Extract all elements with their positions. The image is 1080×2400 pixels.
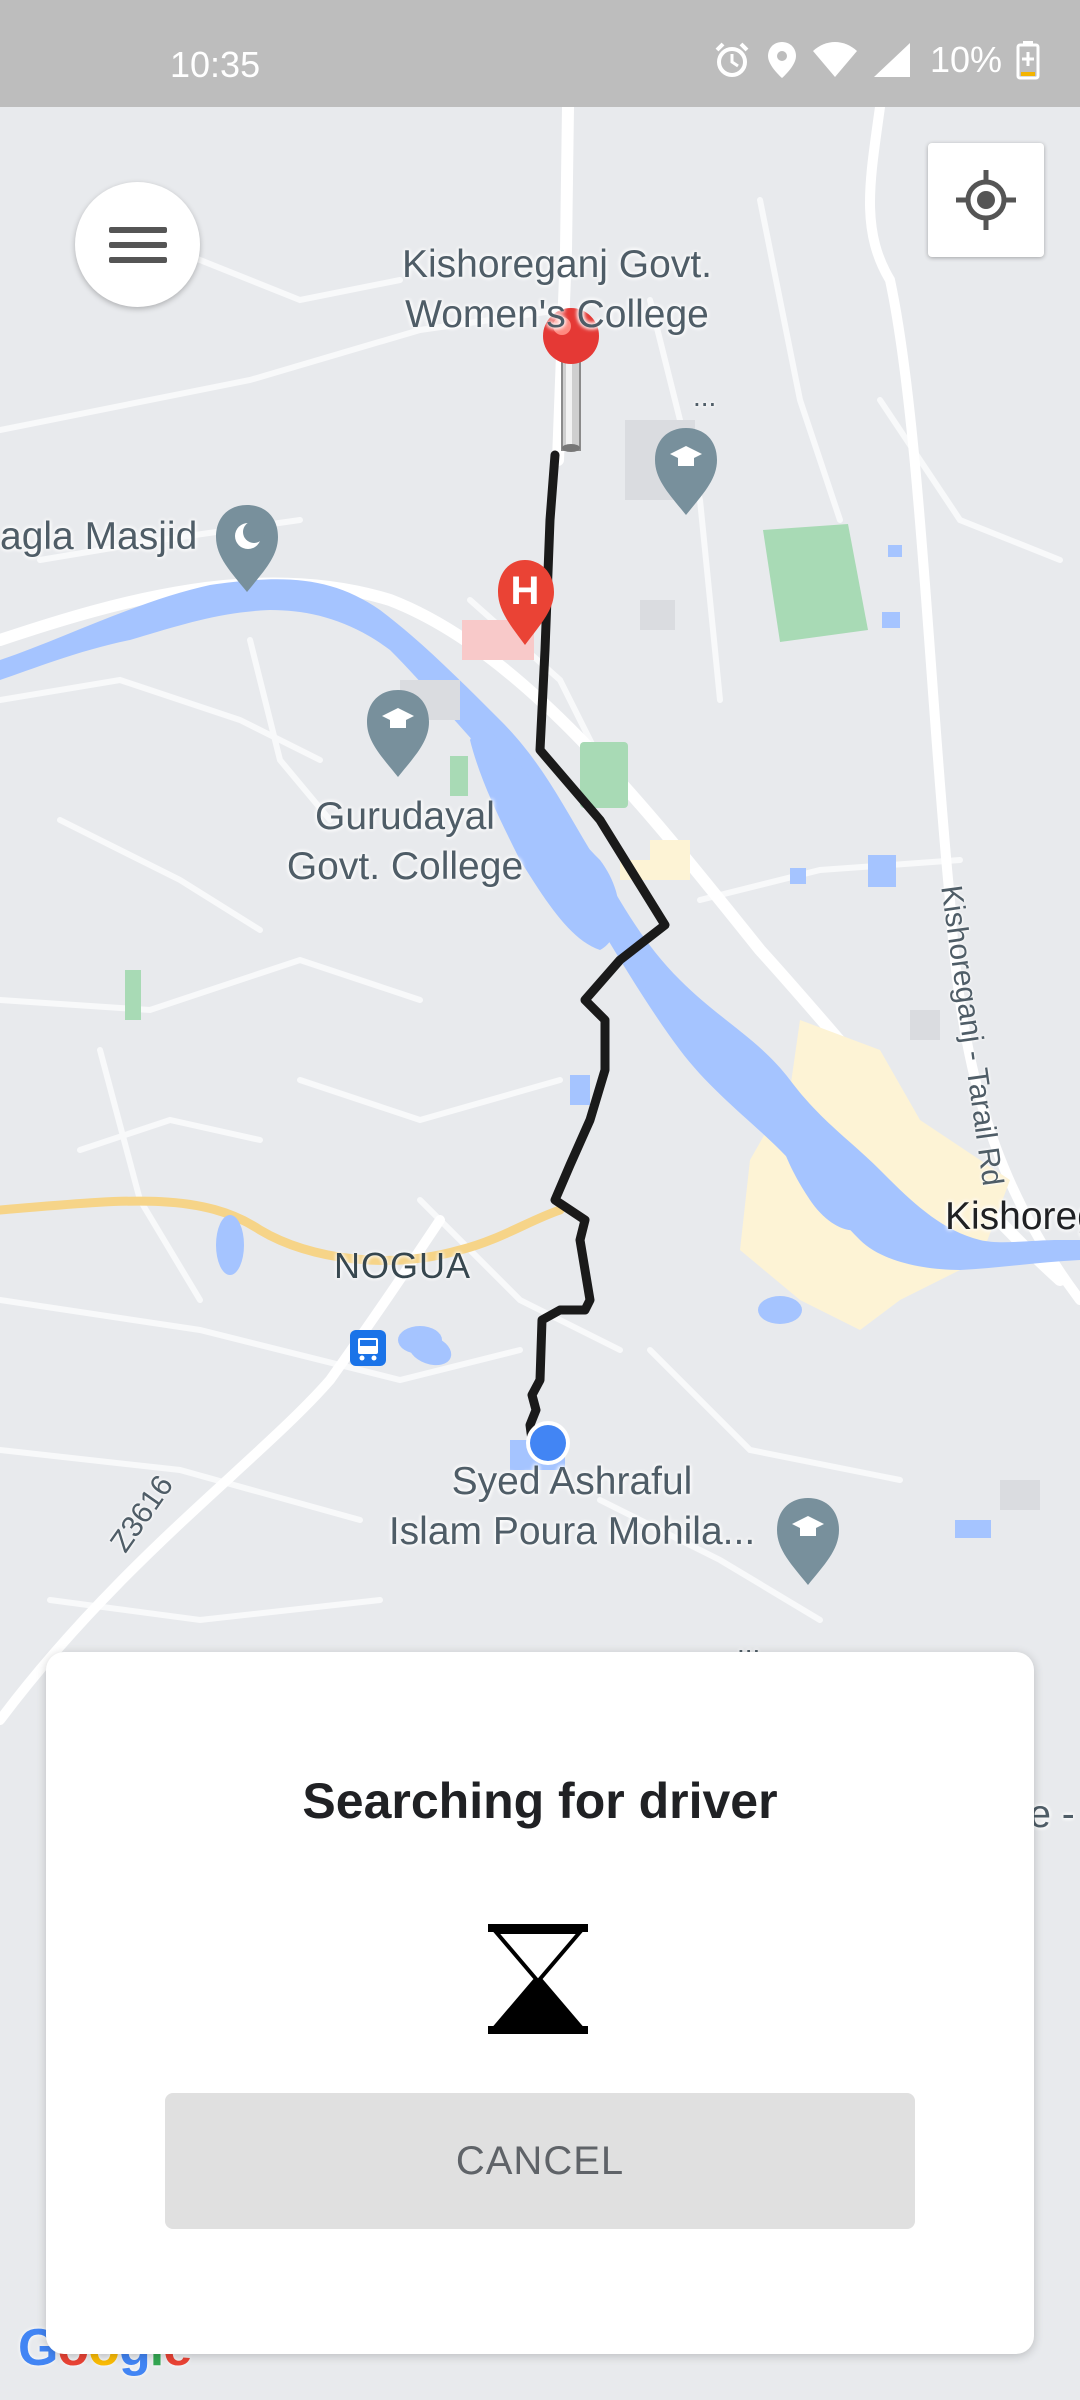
map-label-syed-ashraful[interactable]: Syed Ashraful Islam Poura Mohila... — [372, 1457, 772, 1557]
status-icons: 10% — [712, 39, 1040, 80]
bus-stop-marker — [350, 1330, 386, 1366]
hourglass-icon — [488, 1924, 588, 2034]
map-label-gurudayal[interactable]: Gurudayal Govt. College — [255, 792, 555, 892]
map-label-womens-college[interactable]: Kishoreganj Govt. Women's College — [372, 240, 742, 340]
menu-button[interactable] — [75, 182, 200, 307]
my-location-button[interactable] — [928, 143, 1044, 257]
map-label-nogua: NOGUA — [334, 1245, 472, 1286]
menu-icon — [108, 226, 167, 263]
my-location-icon — [956, 170, 1016, 230]
cancel-button[interactable]: CANCEL — [165, 2093, 915, 2229]
map-poi-dots-top: ... — [693, 381, 717, 412]
map-label-masjid[interactable]: agla Masjid — [0, 512, 197, 562]
alarm-icon — [715, 42, 749, 77]
svg-text:H: H — [511, 569, 540, 613]
signal-icon — [873, 43, 910, 77]
battery-icon — [1016, 41, 1040, 80]
battery-percent: 10% — [929, 39, 1002, 80]
status-bar: 10:35 10% — [0, 0, 1080, 107]
map-label-kishoreg: Kishoreg — [945, 1195, 1080, 1238]
status-time: 10:35 — [170, 44, 261, 85]
location-icon — [767, 42, 796, 78]
wifi-icon — [812, 42, 857, 77]
searching-driver-sheet: Searching for driver CANCEL — [46, 1652, 1034, 2354]
sheet-title: Searching for driver — [302, 1773, 778, 1829]
